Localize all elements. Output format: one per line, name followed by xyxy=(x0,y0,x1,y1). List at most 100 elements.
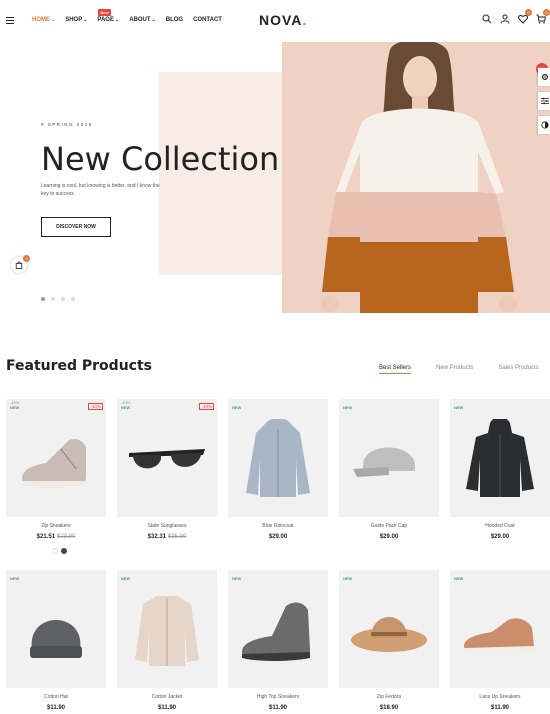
product-card[interactable]: NEW Zip Fedora $18.90 xyxy=(339,570,439,711)
shopping-bag-icon xyxy=(15,261,23,269)
product-card[interactable]: NEW Cotton Jacket $11.90 xyxy=(117,570,217,711)
slider-dot[interactable] xyxy=(41,297,45,301)
nav-shop[interactable]: SHOP⌄ xyxy=(65,17,87,23)
theme-button[interactable] xyxy=(538,116,550,134)
new-tag: NEW xyxy=(454,576,464,581)
product-name[interactable]: Zip Fedora xyxy=(339,694,439,700)
tab-best-sellers[interactable]: Best Sellers xyxy=(379,365,412,374)
tab-sales-products[interactable]: Sales Products xyxy=(498,365,538,374)
hooded-coat-icon xyxy=(466,419,534,497)
options-button[interactable] xyxy=(538,92,550,110)
hero-description: Learning is cool, but knowing is better,… xyxy=(41,183,160,197)
floating-cart-count: 0 xyxy=(23,255,30,262)
swatch-light[interactable] xyxy=(52,548,58,554)
product-name[interactable]: Blue Raincoat xyxy=(228,523,328,529)
product-card[interactable]: NEW Guide Pack Cap $29.00 xyxy=(339,399,439,540)
product-image[interactable]: NEW xyxy=(6,570,106,688)
product-image[interactable]: NEW xyxy=(228,399,328,517)
user-icon[interactable] xyxy=(500,14,510,24)
product-card[interactable]: NEW Cotton Hat $11.90 xyxy=(6,570,106,711)
discount-badge: -10% xyxy=(199,403,214,410)
discover-now-button[interactable]: DISCOVER NOW xyxy=(41,217,111,237)
new-tag: NEW xyxy=(232,576,242,581)
raincoat-icon xyxy=(246,419,310,497)
product-card[interactable]: NEW High Top Sneakers $11.90 xyxy=(228,570,328,711)
new-tag: NEW xyxy=(232,405,242,410)
main-nav: HOME⌄ SHOP⌄ New PAGE⌄ ABOUT⌄ BLOG CONTACT xyxy=(32,9,222,23)
header-actions: 0 0 xyxy=(482,9,550,24)
product-image[interactable]: -10% NEW -10% xyxy=(6,399,106,517)
sliders-icon xyxy=(541,97,549,105)
discount-badge: -10% xyxy=(88,403,103,410)
search-icon[interactable] xyxy=(482,14,492,24)
product-card[interactable]: NEW Blue Raincoat $29.00 xyxy=(228,399,328,540)
hero-model-image xyxy=(282,42,550,313)
chevron-down-icon: ⌄ xyxy=(114,17,120,23)
settings-button[interactable] xyxy=(538,68,550,86)
contrast-icon xyxy=(541,121,549,129)
wishlist-count: 0 xyxy=(525,9,532,16)
boot-icon xyxy=(242,602,310,661)
lace-sneaker-icon xyxy=(464,618,534,655)
product-name[interactable]: Cotton Hat xyxy=(6,694,106,700)
jacket-icon xyxy=(135,596,199,666)
product-image[interactable]: NEW xyxy=(339,570,439,688)
new-tag: NEW xyxy=(10,405,20,410)
tab-new-products[interactable]: New Products xyxy=(436,365,473,374)
chevron-down-icon: ⌄ xyxy=(83,17,88,23)
product-price: $11.90 xyxy=(490,705,510,711)
new-tag: NEW xyxy=(343,576,353,581)
product-name[interactable]: Cotton Jacket xyxy=(117,694,217,700)
nav-contact[interactable]: CONTACT xyxy=(193,17,222,23)
old-price: $35.90 xyxy=(168,534,187,540)
product-image[interactable]: NEW xyxy=(450,570,550,688)
product-image[interactable]: -10% NEW -10% xyxy=(117,399,217,517)
chevron-down-icon: ⌄ xyxy=(151,17,156,23)
product-price: $29.00 xyxy=(490,534,510,540)
product-card[interactable]: -10% NEW -10% State Sunglasses $32.31 $35… xyxy=(117,399,217,540)
swatch-dark[interactable] xyxy=(61,548,67,554)
product-card[interactable]: NEW Hooded Coat $29.00 xyxy=(450,399,550,540)
menu-icon[interactable] xyxy=(6,17,14,24)
cart-count: 0 xyxy=(543,9,550,16)
wishlist-icon[interactable]: 0 xyxy=(518,9,532,24)
product-price: $11.90 xyxy=(268,705,288,711)
sneaker-icon xyxy=(22,439,86,488)
product-name[interactable]: Hooded Coat xyxy=(450,523,550,529)
product-image[interactable]: NEW xyxy=(339,399,439,517)
site-logo[interactable]: NOVA. xyxy=(259,12,307,28)
nav-home[interactable]: HOME⌄ xyxy=(32,17,55,23)
product-card[interactable]: -10% NEW -10% Zip Sneakers $21.51 $23.90 xyxy=(6,399,106,554)
color-swatches xyxy=(52,548,67,554)
side-toolbar xyxy=(538,68,550,140)
new-tag: NEW xyxy=(343,405,353,410)
nav-blog[interactable]: BLOG xyxy=(166,17,183,23)
product-price: $11.90 xyxy=(157,705,177,711)
new-badge: New xyxy=(98,9,111,16)
new-tag: NEW xyxy=(10,576,20,581)
product-card[interactable]: NEW Lace Up Sneakers $11.90 xyxy=(450,570,550,711)
slider-dot[interactable] xyxy=(61,297,65,301)
product-image[interactable]: NEW xyxy=(228,570,328,688)
product-name[interactable]: Zip Sneakers xyxy=(6,523,106,529)
product-price: $32.31 $35.90 xyxy=(147,534,187,540)
slider-dot[interactable] xyxy=(71,297,75,301)
fedora-icon xyxy=(351,617,427,652)
cart-icon[interactable]: 0 xyxy=(536,9,550,24)
nav-about[interactable]: ABOUT⌄ xyxy=(129,17,156,23)
product-name[interactable]: State Sunglasses xyxy=(117,523,217,529)
product-image[interactable]: NEW xyxy=(450,399,550,517)
product-name[interactable]: Lace Up Sneakers xyxy=(450,694,550,700)
beanie-icon xyxy=(30,620,82,658)
old-price: $23.90 xyxy=(57,534,76,540)
product-image[interactable]: NEW xyxy=(117,570,217,688)
product-tabs: Best Sellers New Products Sales Products xyxy=(379,365,550,374)
floating-cart-button[interactable]: 0 xyxy=(11,255,30,273)
product-price: $11.90 xyxy=(46,705,66,711)
gear-icon xyxy=(542,74,548,80)
product-name[interactable]: High Top Sneakers xyxy=(228,694,328,700)
slider-dot[interactable] xyxy=(51,297,55,301)
product-name[interactable]: Guide Pack Cap xyxy=(339,523,439,529)
nav-page[interactable]: New PAGE⌄ xyxy=(97,9,120,23)
product-price: $21.51 $23.90 xyxy=(36,534,76,540)
